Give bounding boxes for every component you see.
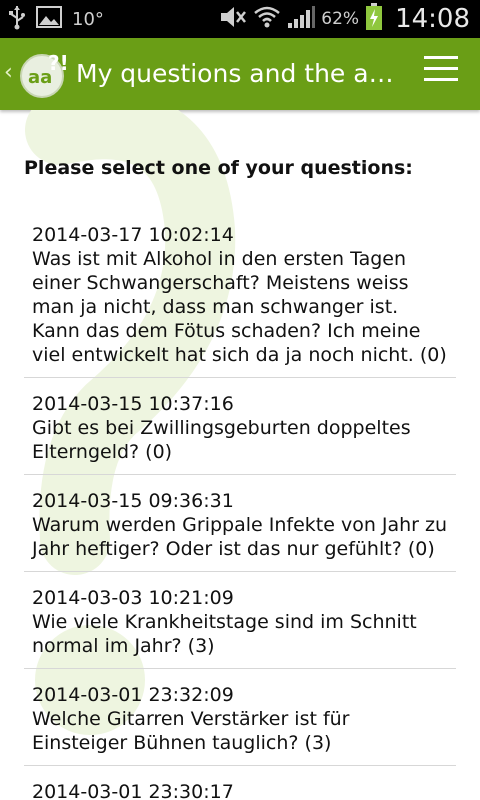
mute-icon — [217, 5, 247, 33]
question-text: Was ist mit Alkohol in den ersten Tagen … — [32, 248, 447, 366]
question-text: Warum werden Grippale Infekte von Jahr z… — [32, 514, 448, 560]
question-list: 2014-03-17 10:02:14 Was ist mit Alkohol … — [24, 209, 456, 800]
clock: 14:08 — [395, 4, 470, 34]
question-text: Wie viele Krankheitstage sind im Schnitt… — [32, 611, 417, 657]
question-list-item[interactable]: 2014-03-15 10:37:16 Gibt es bei Zwilling… — [24, 378, 456, 475]
question-list-item[interactable]: 2014-03-15 09:36:31 Warum werden Grippal… — [24, 475, 456, 572]
question-date: 2014-03-17 10:02:14 — [32, 224, 234, 246]
image-icon — [36, 6, 62, 32]
signal-icon — [287, 5, 316, 33]
svg-text:?!: ?! — [48, 51, 69, 75]
menu-button[interactable] — [424, 56, 458, 90]
status-bar: 10° 62% 14:08 — [0, 0, 480, 38]
question-list-item[interactable]: 2014-03-01 23:30:17 — [24, 766, 456, 800]
action-bar: ‹ aa ?! My questions and the a… — [0, 38, 480, 110]
question-text: Gibt es bei Zwillingsgeburten doppeltes … — [32, 417, 411, 463]
question-date: 2014-03-01 23:32:09 — [32, 684, 234, 706]
battery-percent: 62% — [321, 9, 360, 29]
content-area: Please select one of your questions: 201… — [0, 110, 480, 800]
app-logo-icon[interactable]: aa ?! — [18, 48, 70, 100]
page-title: My questions and the a… — [76, 59, 394, 88]
question-text: Welche Gitarren Verstärker ist für Einst… — [32, 708, 350, 754]
menu-icon-line — [424, 78, 458, 81]
question-list-item[interactable]: 2014-03-17 10:02:14 Was ist mit Alkohol … — [24, 209, 456, 378]
usb-icon — [8, 4, 26, 34]
menu-icon-line — [424, 67, 458, 70]
status-bar-right: 62% 14:08 — [217, 3, 470, 35]
menu-icon-line — [424, 56, 458, 59]
question-date: 2014-03-01 23:30:17 — [32, 781, 234, 800]
temperature-readout: 10° — [72, 8, 104, 30]
question-date: 2014-03-03 10:21:09 — [32, 587, 234, 609]
question-date: 2014-03-15 10:37:16 — [32, 393, 234, 415]
question-list-item[interactable]: 2014-03-01 23:32:09 Welche Gitarren Vers… — [24, 669, 456, 766]
select-question-prompt: Please select one of your questions: — [24, 157, 413, 179]
question-date: 2014-03-15 09:36:31 — [32, 490, 234, 512]
question-list-item[interactable]: 2014-03-03 10:21:09 Wie viele Krankheits… — [24, 572, 456, 669]
battery-charging-icon — [365, 3, 383, 35]
wifi-icon — [253, 5, 281, 33]
up-navigation-caret-icon[interactable]: ‹ — [4, 60, 13, 85]
status-bar-left: 10° — [8, 5, 104, 33]
